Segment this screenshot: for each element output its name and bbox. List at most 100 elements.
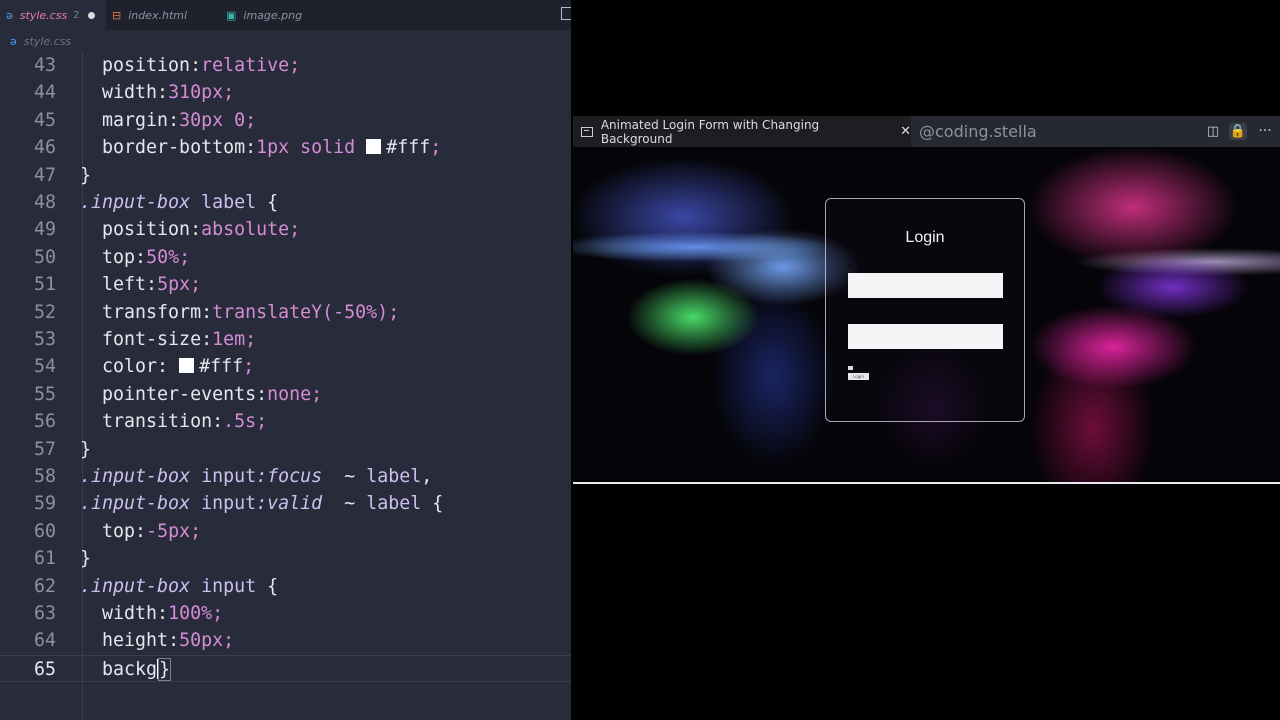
code-line[interactable]: 44 width:310px; <box>0 79 571 106</box>
browser-tab-title: Animated Login Form with Changing Backgr… <box>600 117 820 146</box>
code-line[interactable]: 50 top:50%; <box>0 244 571 271</box>
code-line[interactable]: 49 position:absolute; <box>0 216 571 243</box>
line-number: 55 <box>33 383 56 405</box>
email-field[interactable] <box>848 273 1003 298</box>
code-line[interactable]: 46 border-bottom:1px solid #fff; <box>0 134 571 161</box>
password-field[interactable] <box>848 324 1003 349</box>
line-number: 54 <box>33 356 56 378</box>
css-file-icon: ǝ <box>6 8 13 22</box>
code-text: .input-box input:focus ~ label, <box>80 466 433 487</box>
code-text: .input-box input:valid ~ label { <box>80 493 444 515</box>
color-swatch <box>179 358 195 374</box>
tab-label: style.css <box>19 8 68 22</box>
line-number: 62 <box>33 575 56 597</box>
code-line[interactable]: 58 .input-box input:focus ~ label, <box>0 463 571 490</box>
close-icon[interactable]: ✕ <box>900 124 911 139</box>
html-file-icon: ⊟ <box>112 8 122 22</box>
code-text: width:310px; <box>102 82 235 104</box>
split-editor-icon[interactable] <box>561 7 571 20</box>
split-view-icon[interactable]: ◫ <box>1204 123 1222 140</box>
code-text: top:-5px; <box>102 520 202 542</box>
code-text: position:absolute; <box>102 219 301 241</box>
login-heading: Login <box>905 229 945 246</box>
code-line[interactable]: 45 margin:30px 0; <box>0 107 571 134</box>
code-text: position:relative; <box>102 55 301 76</box>
tab-style-css[interactable]: ǝ style.css 2 <box>0 0 106 30</box>
code-text: height:50px; <box>102 630 235 652</box>
breadcrumb-file: style.css <box>23 34 72 48</box>
code-text: } <box>80 548 92 570</box>
code-line[interactable]: 43 position:relative; <box>0 52 571 79</box>
code-text: } <box>80 164 92 186</box>
code-line[interactable]: 55 pointer-events:none; <box>0 381 571 408</box>
line-number: 56 <box>33 411 56 433</box>
code-line[interactable]: 59 .input-box input:valid ~ label { <box>0 490 571 517</box>
color-swatch <box>366 139 382 155</box>
code-text: } <box>80 438 92 460</box>
code-text: margin:30px 0; <box>102 109 257 131</box>
code-line[interactable]: 63 width:100%; <box>0 600 571 627</box>
css-file-icon: ǝ <box>10 34 17 48</box>
login-form: Login Login <box>825 198 1025 422</box>
line-number: 53 <box>33 329 56 350</box>
code-line[interactable]: 60 top:-5px; <box>0 518 571 545</box>
code-text: .input-box label { <box>80 192 279 213</box>
remember-checkbox[interactable] <box>848 366 853 370</box>
code-line[interactable]: 65 backg} <box>0 654 571 683</box>
page-viewport: Login Login <box>573 147 1280 484</box>
code-text: color: #fff; <box>102 356 255 378</box>
unsaved-dot-icon[interactable] <box>87 11 95 19</box>
code-text: top:50%; <box>102 246 191 268</box>
code-line[interactable]: 57} <box>0 436 571 463</box>
field-label-marker <box>848 264 853 267</box>
code-line[interactable]: 64 height:50px; <box>0 627 571 654</box>
line-number: 46 <box>33 137 56 159</box>
code-line[interactable]: 56 transition:.5s; <box>0 408 571 435</box>
line-number: 48 <box>33 192 56 213</box>
browser-tab[interactable]: Animated Login Form with Changing Backgr… <box>573 116 911 147</box>
code-editor: ǝ style.css 2 ⊟ index.html ▣ image.png ǝ… <box>0 0 571 720</box>
code-text: .input-box input { <box>80 575 279 597</box>
line-number: 45 <box>33 109 56 131</box>
breadcrumb[interactable]: ǝ style.css <box>0 30 571 52</box>
code-line[interactable]: 61} <box>0 545 571 572</box>
code-text: font-size:1em; <box>102 329 257 350</box>
login-button[interactable]: Login <box>848 373 869 380</box>
code-text: backg} <box>102 657 172 681</box>
line-number: 50 <box>33 246 56 268</box>
line-number: 57 <box>33 438 56 460</box>
line-number: 47 <box>33 164 56 186</box>
problem-count: 2 <box>73 9 80 21</box>
line-number: 52 <box>33 301 56 323</box>
code-text: border-bottom:1px solid #fff; <box>102 137 442 159</box>
watermark: @coding.stella <box>919 122 1037 141</box>
tab-label: index.html <box>128 8 188 22</box>
code-line[interactable]: 47} <box>0 162 571 189</box>
line-number: 60 <box>33 520 56 542</box>
editor-tab-bar: ǝ style.css 2 ⊟ index.html ▣ image.png <box>0 0 571 30</box>
code-area[interactable]: 43 position:relative; 44 width:310px; 45 m… <box>0 52 571 720</box>
line-number: 63 <box>33 603 56 624</box>
code-text: width:100%; <box>102 603 224 624</box>
tab-label: image.png <box>243 8 303 22</box>
line-number: 44 <box>33 82 56 104</box>
line-number: 61 <box>33 548 56 570</box>
code-text: pointer-events:none; <box>102 383 323 405</box>
viewport-bottom-border <box>573 482 1280 484</box>
image-file-icon: ▣ <box>226 8 237 22</box>
code-line[interactable]: 54 color: #fff; <box>0 353 571 380</box>
code-text: left:5px; <box>102 274 202 296</box>
more-icon[interactable]: ··· <box>1256 123 1274 140</box>
code-line[interactable]: 52 transform:translateY(-50%); <box>0 299 571 326</box>
lock-icon[interactable]: 🔒 <box>1229 123 1247 140</box>
line-number: 58 <box>33 466 56 487</box>
code-line[interactable]: 48 .input-box label { <box>0 189 571 216</box>
tab-image-png[interactable]: ▣ image.png <box>226 0 302 30</box>
code-line[interactable]: 53 font-size:1em; <box>0 326 571 353</box>
code-line[interactable]: 62 .input-box input { <box>0 573 571 600</box>
code-line[interactable]: 51 left:5px; <box>0 271 571 298</box>
code-text: transition:.5s; <box>102 411 268 433</box>
browser-tab-bar: Animated Login Form with Changing Backgr… <box>573 116 1280 147</box>
tab-index-html[interactable]: ⊟ index.html <box>112 0 187 30</box>
line-number: 65 <box>33 658 56 680</box>
